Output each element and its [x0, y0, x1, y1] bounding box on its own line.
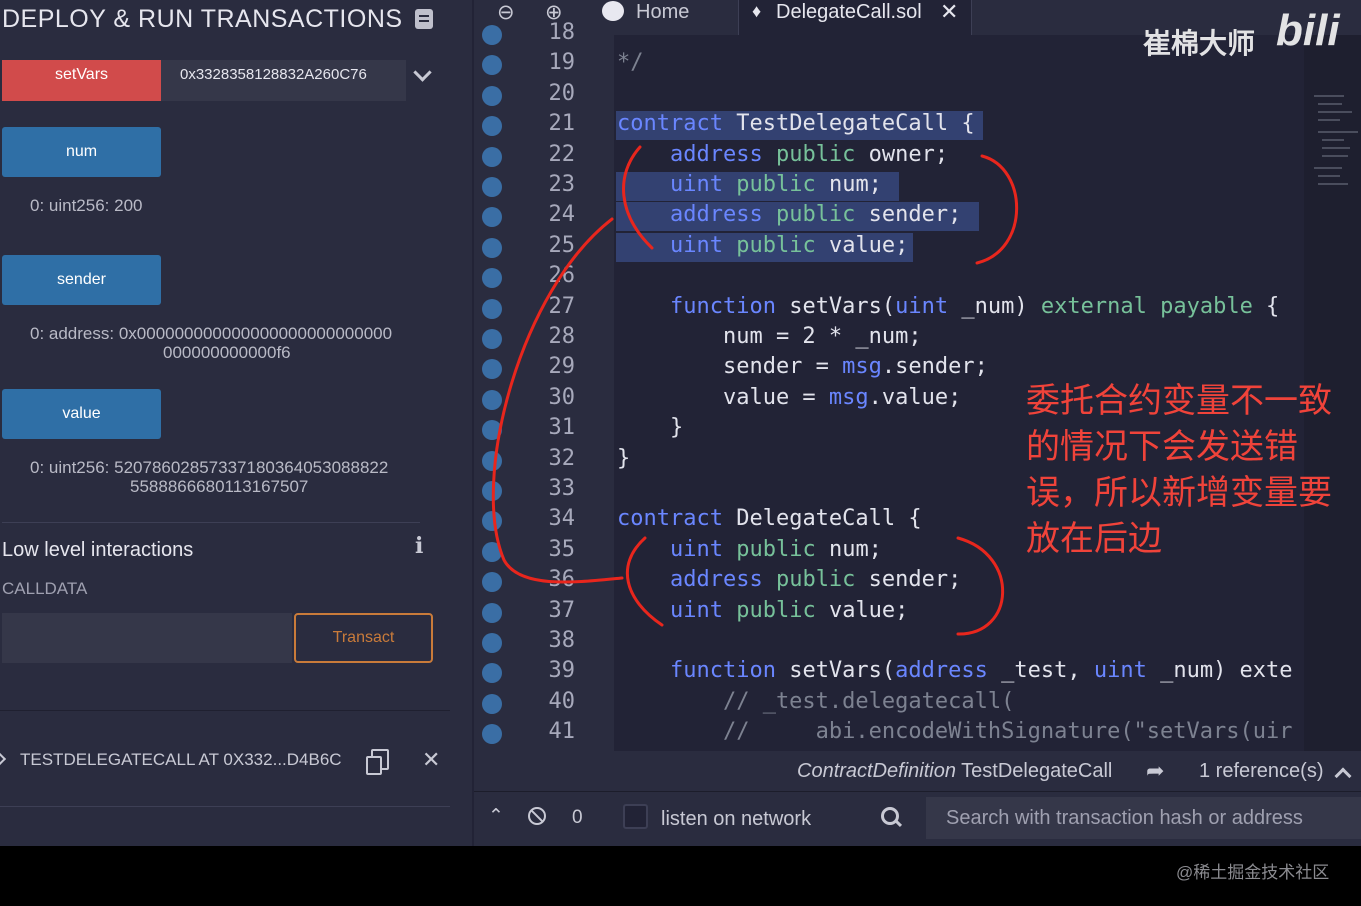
remix-ide: DEPLOY & RUN TRANSACTIONS setVars 0x3328… — [0, 0, 1361, 846]
credit-watermark: @稀土掘金技术社区 — [1176, 863, 1330, 882]
bracket-right-top — [975, 154, 1019, 265]
bracket-left-top — [622, 145, 654, 250]
connector-curve — [491, 217, 624, 584]
bracket-right-bottom — [956, 536, 1005, 636]
bracket-left-bottom — [625, 536, 664, 627]
annotation-note: 委托合约变量不一致的情况下会发送错误，所以新增变量要放在后边 — [1026, 381, 1332, 559]
